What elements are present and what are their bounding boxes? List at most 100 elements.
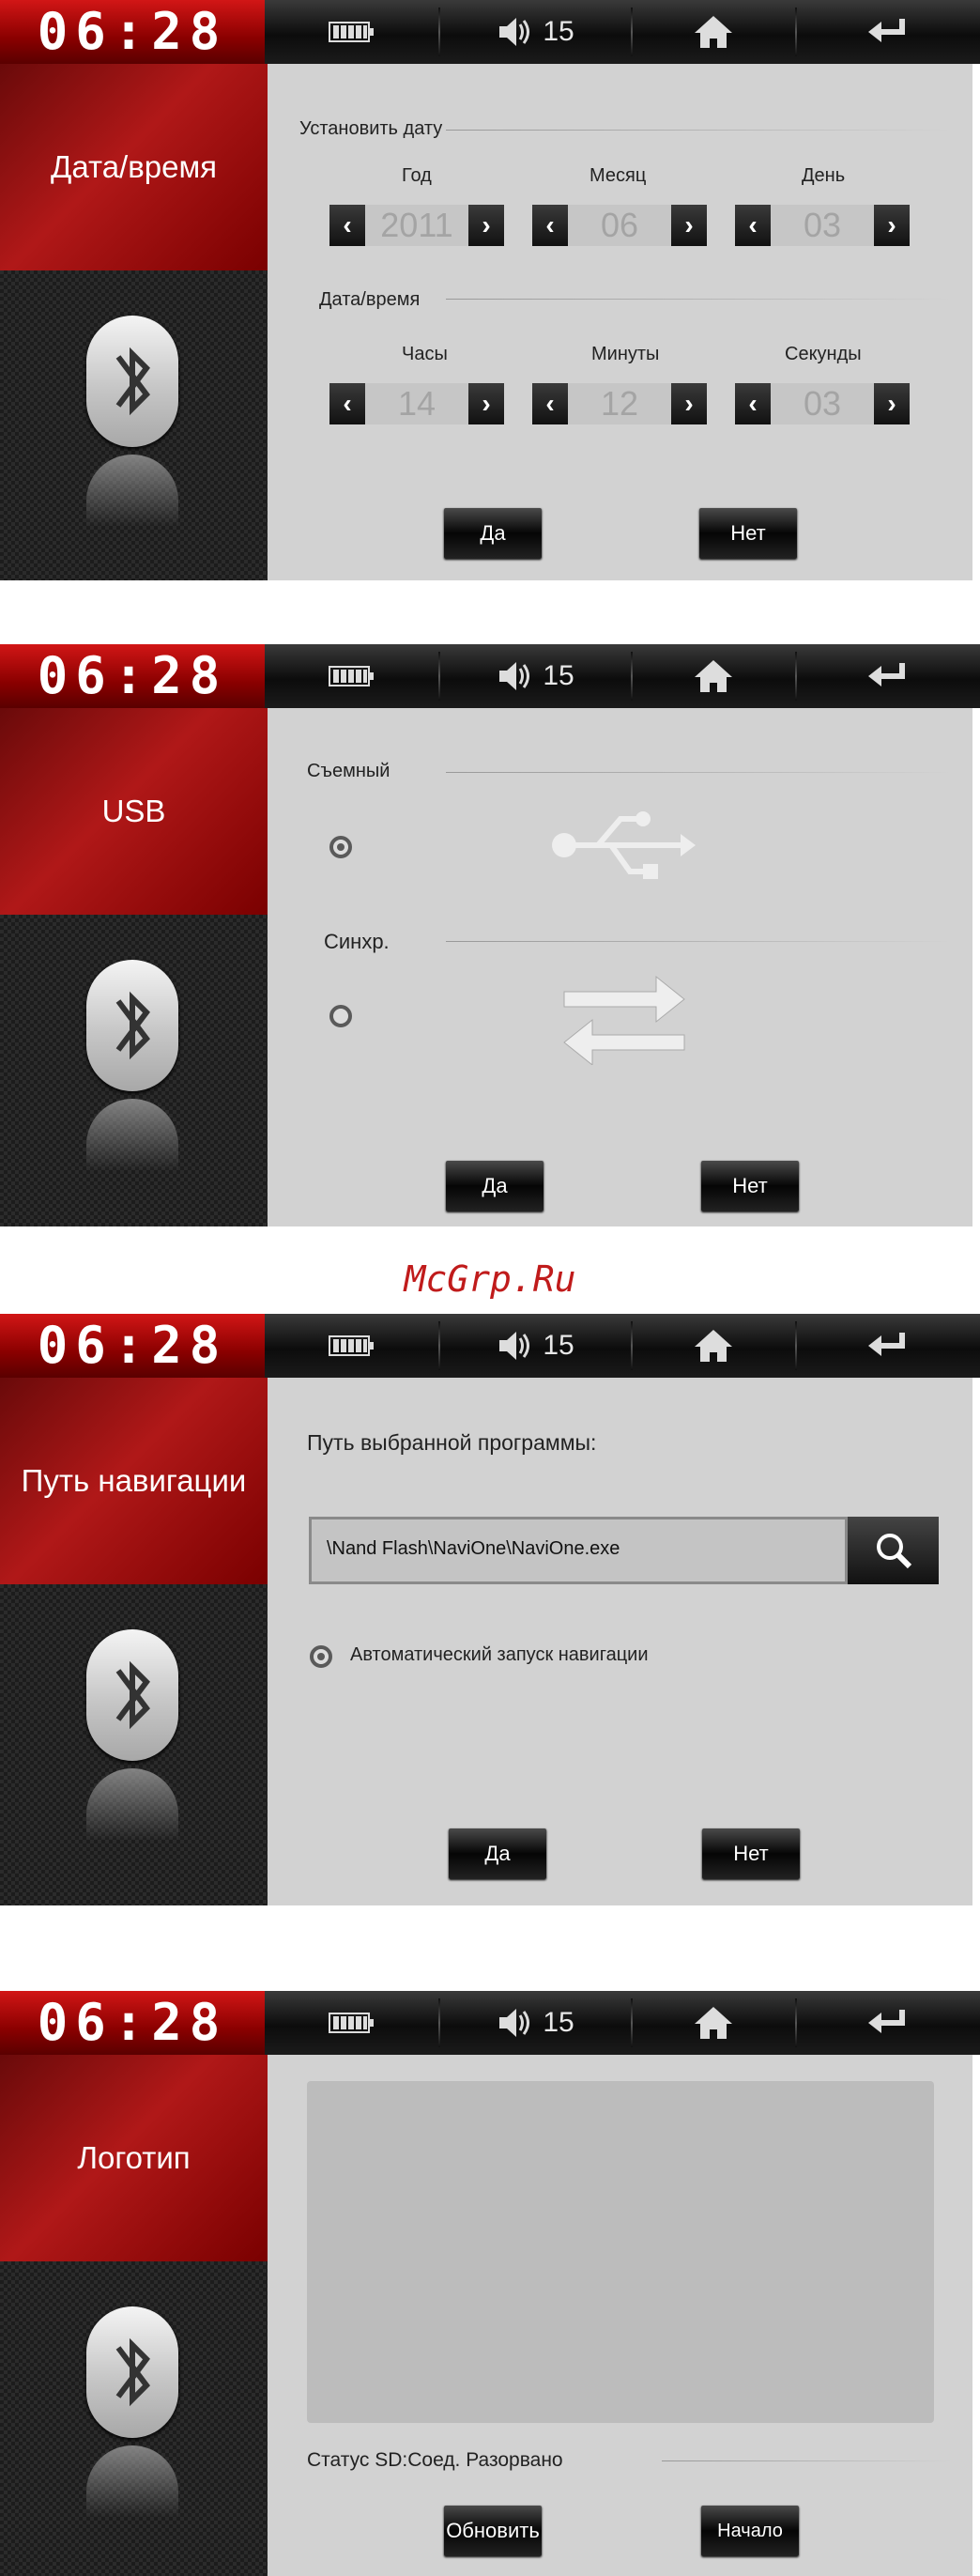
bluetooth-icon <box>115 991 150 1060</box>
hours-increment-button[interactable]: › <box>468 383 504 424</box>
bluetooth-area[interactable] <box>0 270 268 580</box>
seconds-decrement-button[interactable]: ‹ <box>735 383 771 424</box>
sidebar: USB <box>0 708 268 1226</box>
bluetooth-button[interactable] <box>86 316 178 447</box>
battery-indicator <box>268 0 436 64</box>
volume-control[interactable]: 15 <box>441 644 629 708</box>
home-icon <box>695 1330 732 1362</box>
date-time-screen: 06:28 15 Дата/время Установить дату Год <box>0 0 980 580</box>
bluetooth-icon <box>115 2337 150 2407</box>
year-value: 2011 <box>365 205 468 246</box>
minutes-increment-button[interactable]: › <box>671 383 707 424</box>
bluetooth-area[interactable] <box>0 915 268 1226</box>
yes-button[interactable]: Да <box>444 508 542 559</box>
no-button[interactable]: Нет <box>699 508 797 559</box>
bluetooth-reflection <box>86 1768 178 1900</box>
time-section-label: Дата/время <box>319 289 421 310</box>
navigation-settings-content: Путь выбранной программы: \Nand Flash\Na… <box>268 1378 972 1905</box>
battery-icon <box>329 666 374 686</box>
volume-level: 15 <box>543 2007 574 2038</box>
month-label: Месяц <box>590 165 647 186</box>
sd-status-label: Статус SD:Соед. Разорвано <box>307 2449 563 2471</box>
year-label: Год <box>402 165 432 186</box>
screen-title: Путь навигации <box>0 1378 268 1584</box>
yes-button[interactable]: Да <box>446 1161 544 1211</box>
removable-radio[interactable] <box>329 836 352 858</box>
volume-control[interactable]: 15 <box>441 0 629 64</box>
day-decrement-button[interactable]: ‹ <box>735 205 771 246</box>
home-button[interactable] <box>634 1314 793 1378</box>
battery-indicator <box>268 644 436 708</box>
back-button[interactable] <box>798 1991 976 2055</box>
back-button[interactable] <box>798 644 976 708</box>
screen-title: USB <box>0 708 268 915</box>
day-label: День <box>802 165 846 186</box>
home-button[interactable] <box>634 0 793 64</box>
clock-display: 06:28 <box>0 644 265 708</box>
bluetooth-area[interactable] <box>0 2261 268 2576</box>
start-button[interactable]: Начало <box>701 2506 799 2556</box>
sidebar: Дата/время <box>0 64 268 580</box>
minutes-label: Минуты <box>591 344 660 364</box>
sync-label: Синхр. <box>324 930 390 953</box>
battery-icon <box>329 1335 374 1356</box>
battery-indicator <box>268 1991 436 2055</box>
back-button[interactable] <box>798 1314 976 1378</box>
bluetooth-reflection <box>86 2445 178 2576</box>
day-value: 03 <box>771 205 874 246</box>
hours-value: 14 <box>365 383 468 424</box>
bluetooth-button[interactable] <box>86 1629 178 1761</box>
clock-display: 06:28 <box>0 1991 265 2055</box>
home-button[interactable] <box>634 644 793 708</box>
no-button[interactable]: Нет <box>702 1828 800 1879</box>
battery-indicator <box>268 1314 436 1378</box>
volume-control[interactable]: 15 <box>441 1314 629 1378</box>
home-icon <box>695 660 732 692</box>
seconds-label: Секунды <box>785 344 862 364</box>
home-icon <box>695 2007 732 2039</box>
usb-settings-content: Съемный Синхр. Да Нет <box>268 708 972 1226</box>
autostart-radio[interactable] <box>310 1645 332 1668</box>
volume-icon <box>499 1332 530 1360</box>
bluetooth-area[interactable] <box>0 1584 268 1905</box>
no-button[interactable]: Нет <box>701 1161 799 1211</box>
volume-level: 15 <box>543 660 574 691</box>
battery-icon <box>329 2013 374 2033</box>
back-button[interactable] <box>798 0 976 64</box>
logo-screen: 06:28 15 Логотип Статус SD:Соед. Разорва… <box>0 1991 980 2576</box>
usb-icon <box>552 811 696 879</box>
minutes-decrement-button[interactable]: ‹ <box>532 383 568 424</box>
sync-arrows-icon <box>563 975 685 1065</box>
volume-icon <box>499 662 530 690</box>
home-button[interactable] <box>634 1991 793 2055</box>
day-increment-button[interactable]: › <box>874 205 910 246</box>
logo-settings-content: Статус SD:Соед. Разорвано Обновить Начал… <box>268 2055 972 2576</box>
year-increment-button[interactable]: › <box>468 205 504 246</box>
back-icon <box>868 2010 905 2033</box>
screen-title: Дата/время <box>0 64 268 270</box>
seconds-value: 03 <box>771 383 874 424</box>
top-bar: 06:28 15 <box>0 1991 980 2055</box>
removable-label: Съемный <box>307 761 390 781</box>
back-icon <box>868 1333 905 1356</box>
seconds-increment-button[interactable]: › <box>874 383 910 424</box>
top-bar: 06:28 15 <box>0 0 980 64</box>
volume-control[interactable]: 15 <box>441 1991 629 2055</box>
year-decrement-button[interactable]: ‹ <box>329 205 365 246</box>
bluetooth-button[interactable] <box>86 960 178 1091</box>
path-field[interactable]: \Nand Flash\NaviOne\NaviOne.exe <box>309 1517 848 1584</box>
yes-button[interactable]: Да <box>449 1828 546 1879</box>
volume-icon <box>499 2009 530 2037</box>
clock-display: 06:28 <box>0 1314 265 1378</box>
hours-decrement-button[interactable]: ‹ <box>329 383 365 424</box>
bluetooth-reflection <box>86 1099 178 1226</box>
month-decrement-button[interactable]: ‹ <box>532 205 568 246</box>
path-label: Путь выбранной программы: <box>307 1430 597 1455</box>
search-button[interactable] <box>848 1517 939 1584</box>
usb-screen: 06:28 15 USB Съемный Синхр. Да Нет <box>0 644 980 1226</box>
sync-radio[interactable] <box>329 1005 352 1027</box>
refresh-button[interactable]: Обновить <box>444 2506 542 2556</box>
month-increment-button[interactable]: › <box>671 205 707 246</box>
bluetooth-button[interactable] <box>86 2306 178 2438</box>
search-icon <box>876 1534 911 1569</box>
